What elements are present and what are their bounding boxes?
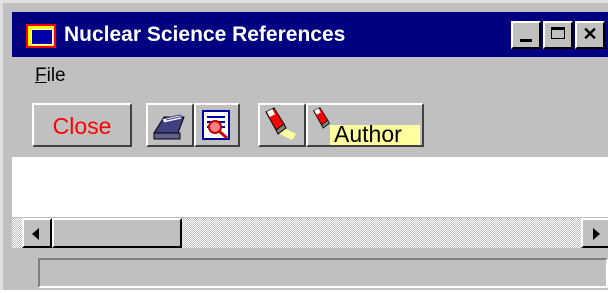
scrollbar-thumb[interactable] xyxy=(52,218,182,248)
results-area[interactable] xyxy=(12,157,608,217)
find-document-button[interactable] xyxy=(194,103,240,147)
status-bar xyxy=(12,251,608,293)
search-author-button[interactable]: Author xyxy=(306,103,424,147)
window-title: Nuclear Science References xyxy=(64,23,346,46)
minimize-icon xyxy=(520,39,532,42)
close-button[interactable]: Close xyxy=(32,103,132,147)
status-field xyxy=(38,258,608,288)
title-bar[interactable]: Nuclear Science References ✕ xyxy=(12,12,608,57)
menu-file[interactable]: File xyxy=(35,65,66,87)
tray-button[interactable] xyxy=(146,103,194,147)
inbox-tray-icon xyxy=(153,114,185,140)
scroll-right-button[interactable] xyxy=(581,218,608,248)
horizontal-scrollbar[interactable] xyxy=(12,218,608,248)
close-icon: ✕ xyxy=(582,24,598,44)
app-window: Nuclear Science References ✕ File Close xyxy=(0,0,608,290)
toolbar: Close Author xyxy=(12,95,608,155)
close-window-button[interactable]: ✕ xyxy=(575,21,605,49)
minimize-button[interactable] xyxy=(511,21,541,49)
close-button-label: Close xyxy=(52,113,112,139)
menu-file-mnemonic: F xyxy=(35,65,47,86)
document-search-icon xyxy=(202,110,230,140)
maximize-button[interactable] xyxy=(543,21,573,49)
search-button[interactable] xyxy=(258,103,306,147)
flashlight-icon xyxy=(265,107,296,140)
arrow-left-icon xyxy=(32,228,39,240)
menu-bar: File xyxy=(12,61,608,91)
arrow-right-icon xyxy=(593,228,600,240)
author-button-label: Author xyxy=(334,121,402,147)
app-icon[interactable] xyxy=(26,24,56,48)
scroll-left-button[interactable] xyxy=(22,218,52,248)
menu-file-label: ile xyxy=(46,65,66,86)
maximize-icon xyxy=(551,27,565,39)
